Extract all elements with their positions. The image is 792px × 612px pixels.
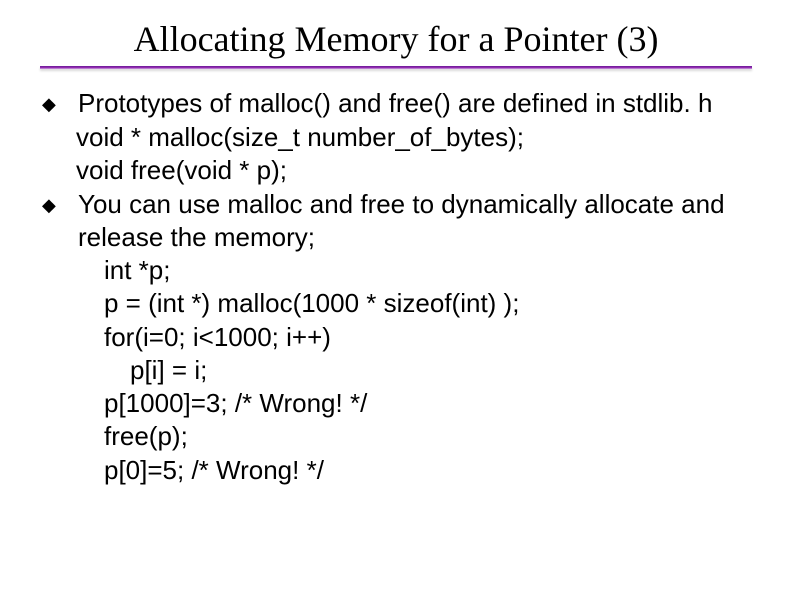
code-line: p[0]=5; /* Wrong! */	[40, 454, 752, 487]
code-line: p = (int *) malloc(1000 * sizeof(int) );	[40, 287, 752, 320]
code-line: void * malloc(size_t number_of_bytes);	[40, 121, 752, 154]
diamond-bullet-icon: ◆	[40, 87, 78, 121]
code-line: p[i] = i;	[40, 354, 752, 387]
bullet-item: ◆ Prototypes of malloc() and free() are …	[40, 87, 752, 121]
title-underline	[40, 66, 752, 69]
bullet-item: ◆ You can use malloc and free to dynamic…	[40, 188, 752, 255]
code-line: p[1000]=3; /* Wrong! */	[40, 387, 752, 420]
diamond-bullet-icon: ◆	[40, 188, 78, 222]
slide-title: Allocating Memory for a Pointer (3)	[40, 18, 752, 60]
bullet-text: You can use malloc and free to dynamical…	[78, 188, 752, 255]
bullet-text: Prototypes of malloc() and free() are de…	[78, 87, 752, 120]
code-line: free(p);	[40, 420, 752, 453]
code-line: int *p;	[40, 254, 752, 287]
code-line: void free(void * p);	[40, 154, 752, 187]
code-line: for(i=0; i<1000; i++)	[40, 321, 752, 354]
slide-content: ◆ Prototypes of malloc() and free() are …	[40, 87, 752, 487]
slide: Allocating Memory for a Pointer (3) ◆ Pr…	[0, 0, 792, 612]
